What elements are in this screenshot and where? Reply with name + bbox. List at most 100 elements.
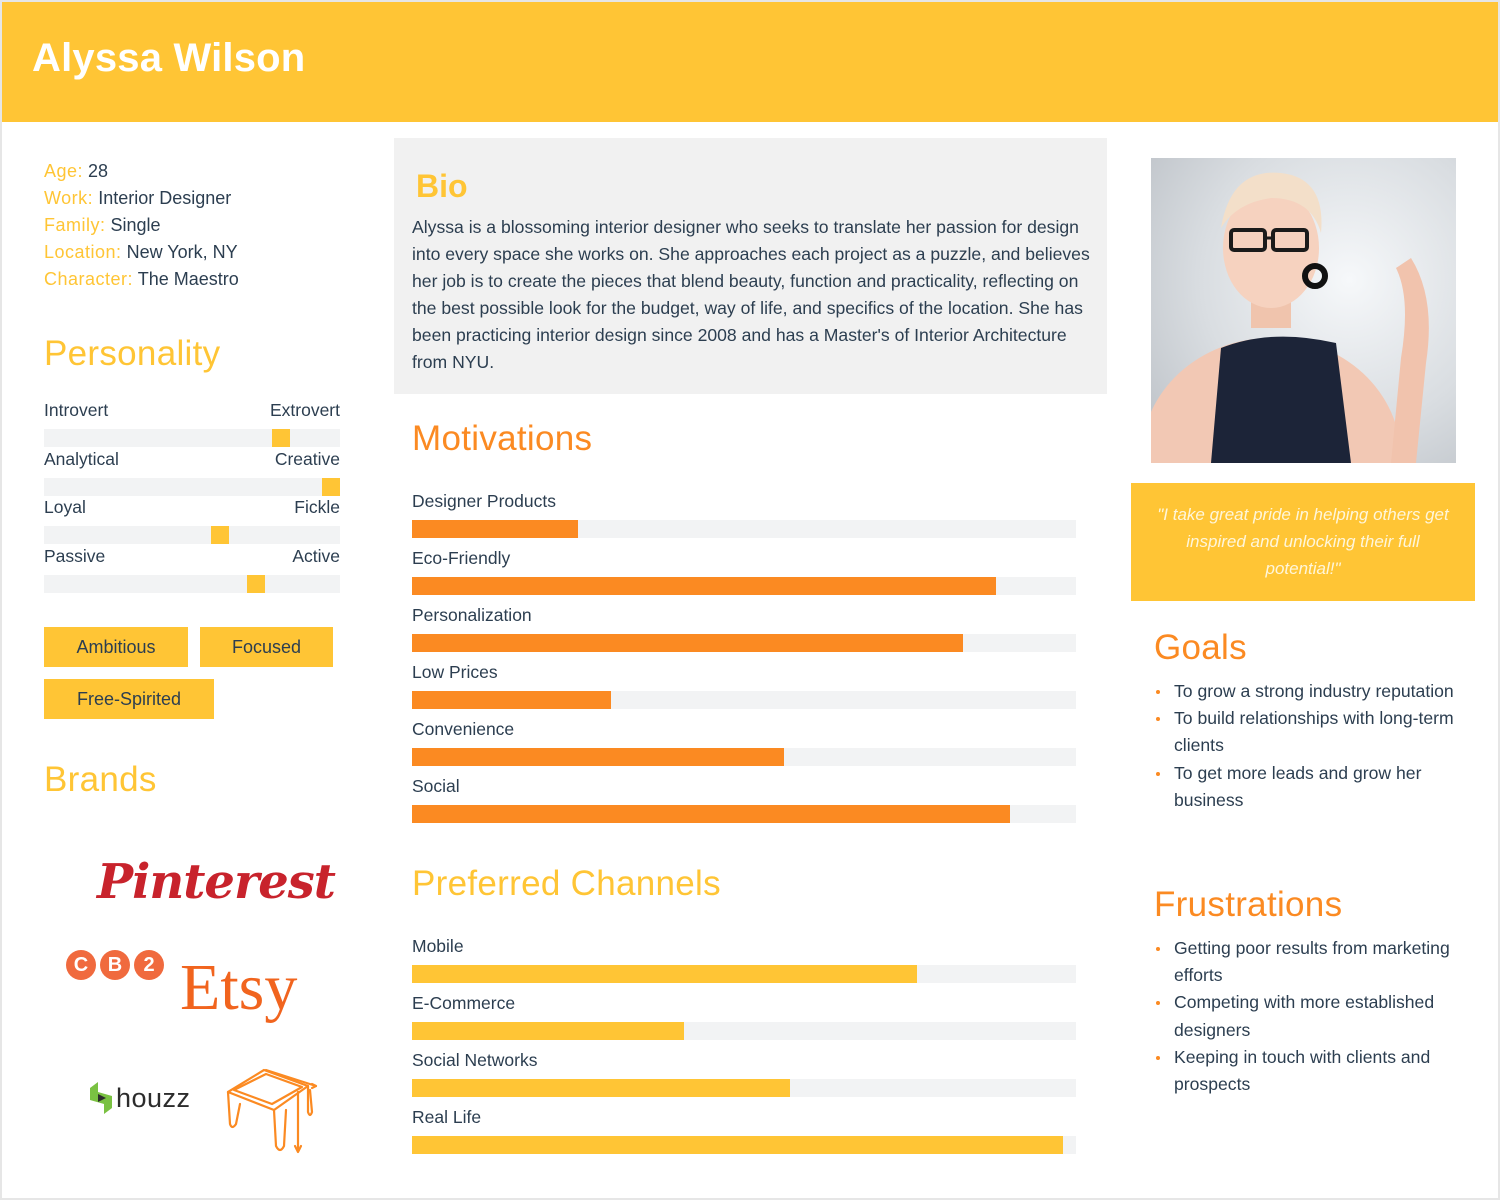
trait-tag: Focused <box>200 627 333 667</box>
bar-fill <box>412 520 578 538</box>
bar-fill <box>412 1022 684 1040</box>
motivation-row: Designer Products <box>412 490 1076 547</box>
fact-work: Work: Interior Designer <box>44 185 239 212</box>
frustration-item: Competing with more established designer… <box>1154 989 1474 1043</box>
brand-logos: Pinterest C B 2 Etsy houzz <box>42 842 362 1162</box>
bio-title: Bio <box>416 168 468 204</box>
bar-fill <box>412 634 963 652</box>
bar-fill <box>412 748 784 766</box>
cb2-letter: C <box>66 950 96 980</box>
frustrations-title: Frustrations <box>1154 885 1343 924</box>
goal-item: To grow a strong industry reputation <box>1154 678 1474 705</box>
houzz-wordmark: houzz <box>116 1082 191 1113</box>
goals-list: To grow a strong industry reputation To … <box>1154 678 1474 814</box>
fact-label: Family: <box>44 215 106 235</box>
scale-right-label: Extrovert <box>269 400 340 420</box>
channel-bars: Mobile E-Commerce Social Networks Real Life <box>412 935 1076 1163</box>
bar-track <box>412 1022 1076 1040</box>
personality-scales: Introvert Extrovert Analytical Creative Loya… <box>44 400 340 594</box>
header-bar: Alyssa Wilson <box>2 2 1498 122</box>
personality-title: Personality <box>44 334 221 373</box>
bar-track <box>412 577 1076 595</box>
trait-tag: Free-Spirited <box>44 679 214 719</box>
bar-fill <box>412 965 917 983</box>
scale-right-label: Creative <box>274 448 340 469</box>
bar-label: Mobile <box>412 936 464 956</box>
scale-track <box>44 526 340 544</box>
goal-item: To get more leads and grow her business <box>1154 760 1474 814</box>
frustrations-list: Getting poor results from marketing effo… <box>1154 935 1474 1098</box>
channels-title: Preferred Channels <box>412 864 721 903</box>
scale-labels: Loyal Fickle <box>44 497 340 521</box>
trait-tag: Ambitious <box>44 627 188 667</box>
scale-right-label: Fickle <box>294 497 340 517</box>
persona-page: Alyssa Wilson Age: 28 Work: Interior Des… <box>2 2 1498 1198</box>
fact-label: Location: <box>44 242 122 262</box>
bar-track <box>412 691 1076 709</box>
pinterest-logo: Pinterest <box>97 854 336 910</box>
bar-label: Social Networks <box>412 1050 538 1070</box>
scale-labels: Analytical Creative <box>44 449 340 473</box>
personality-scale: Loyal Fickle <box>44 497 340 546</box>
bar-track <box>412 805 1076 823</box>
bio-text: Alyssa is a blossoming interior designer… <box>412 217 1090 373</box>
bar-track <box>412 1136 1076 1154</box>
bar-label: Real Life <box>412 1107 482 1127</box>
bar-fill <box>412 1079 790 1097</box>
brands-title: Brands <box>44 760 157 799</box>
fact-value: Interior Designer <box>98 188 232 208</box>
fact-character: Character: The Maestro <box>44 266 239 293</box>
houzz-mark-icon <box>90 1082 112 1114</box>
fact-location: Location: New York, NY <box>44 239 239 266</box>
scale-left-label: Analytical <box>44 448 119 469</box>
bar-label: Personalization <box>412 605 532 625</box>
channel-row: Social Networks <box>412 1049 1076 1106</box>
motivation-bars: Designer Products Eco-Friendly Personaliza… <box>412 490 1076 832</box>
bar-label: Low Prices <box>412 662 498 682</box>
bar-label: E-Commerce <box>412 993 516 1013</box>
fact-label: Age: <box>44 161 84 181</box>
goal-item: To build relationships with long-term cl… <box>1154 705 1474 759</box>
bar-label: Eco-Friendly <box>412 548 511 568</box>
scale-left-label: Loyal <box>44 497 86 517</box>
scale-labels: Passive Active <box>44 546 340 570</box>
cb2-letter: 2 <box>134 950 164 980</box>
bar-label: Designer Products <box>412 491 556 511</box>
etsy-logo: Etsy <box>180 951 298 1024</box>
bar-track <box>412 748 1076 766</box>
fact-age: Age: 28 <box>44 158 239 185</box>
motivation-row: Social <box>412 775 1076 832</box>
scale-track <box>44 429 340 447</box>
personality-scale: Introvert Extrovert <box>44 400 340 449</box>
bar-label: Convenience <box>412 719 515 739</box>
fact-label: Work: <box>44 188 94 208</box>
scale-marker <box>272 429 290 447</box>
scale-track <box>44 477 340 496</box>
goals-title: Goals <box>1154 628 1247 667</box>
bar-label: Social <box>412 776 460 796</box>
fact-label: Character: <box>44 269 134 289</box>
bar-track <box>412 520 1076 538</box>
bio-card: Bio Alyssa is a blossoming interior desi… <box>394 138 1107 394</box>
scale-marker <box>322 477 340 496</box>
bar-track <box>412 965 1076 983</box>
scale-left-label: Passive <box>44 545 106 566</box>
fact-value: New York, NY <box>126 242 238 262</box>
fact-value: Single <box>110 215 161 235</box>
channel-row: E-Commerce <box>412 992 1076 1049</box>
persona-quote: "I take great pride in helping others ge… <box>1131 483 1475 601</box>
stool-icon <box>226 1068 318 1154</box>
persona-name: Alyssa Wilson <box>32 36 306 80</box>
motivation-row: Personalization <box>412 604 1076 661</box>
persona-facts: Age: 28 Work: Interior Designer Family: … <box>44 158 239 293</box>
motivation-row: Convenience <box>412 718 1076 775</box>
channel-row: Mobile <box>412 935 1076 992</box>
scale-track <box>44 574 340 593</box>
motivation-row: Eco-Friendly <box>412 547 1076 604</box>
persona-portrait-illustration <box>1151 172 1429 463</box>
frustration-item: Getting poor results from marketing effo… <box>1154 935 1474 989</box>
personality-scale: Analytical Creative <box>44 449 340 498</box>
bar-fill <box>412 691 611 709</box>
scale-right-label: Active <box>292 545 340 566</box>
fact-value: 28 <box>88 161 109 181</box>
